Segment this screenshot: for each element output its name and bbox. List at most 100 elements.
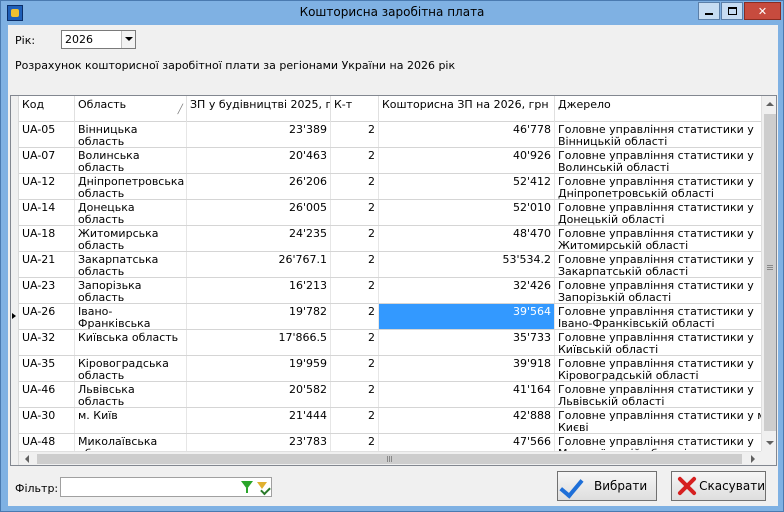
cell-coef[interactable]: 2 xyxy=(331,226,379,251)
scroll-left-button[interactable] xyxy=(19,452,35,465)
table-row[interactable]: UA-12 Дніпропетровська область 26'206 2 52'4… xyxy=(19,174,761,200)
cell-wage-2025[interactable]: 20'582 xyxy=(187,382,331,407)
cell-region[interactable]: Київська область xyxy=(75,330,187,355)
cell-code[interactable]: UA-30 xyxy=(19,408,75,433)
year-select[interactable]: 2026 xyxy=(61,30,136,49)
table-row[interactable]: UA-14 Донецька область 26'005 2 52'010 Головн… xyxy=(19,200,761,226)
cell-source[interactable]: Головне управління статистики у Волинськ… xyxy=(555,148,761,174)
table-row[interactable]: UA-46 Львівська область 20'582 2 41'164 Голов… xyxy=(19,382,761,408)
cell-region[interactable]: Кіровоградська область xyxy=(75,356,187,381)
cell-coef[interactable]: 2 xyxy=(331,434,379,451)
cell-code[interactable]: UA-07 xyxy=(19,148,75,173)
table-row[interactable]: UA-26Івано-Франківська область19'782239'… xyxy=(19,304,761,330)
cell-wage-2026[interactable]: 48'470 xyxy=(379,226,555,251)
minimize-button[interactable] xyxy=(698,2,720,20)
cell-wage-2026[interactable]: 32'426 xyxy=(379,278,555,303)
cell-wage-2025[interactable]: 24'235 xyxy=(187,226,331,251)
cell-wage-2025[interactable]: 23'783 xyxy=(187,434,331,451)
cell-wage-2026[interactable]: 39'564 xyxy=(379,304,555,329)
cell-code[interactable]: UA-18 xyxy=(19,226,75,251)
cell-code[interactable]: UA-35 xyxy=(19,356,75,381)
table-row[interactable]: UA-07 Волинська область 20'463 2 40'926 Голов… xyxy=(19,148,761,174)
cell-wage-2025[interactable]: 20'463 xyxy=(187,148,331,173)
cell-wage-2026[interactable]: 41'164 xyxy=(379,382,555,407)
cancel-button[interactable]: Скасувати xyxy=(671,471,766,501)
apply-filter-icon[interactable] xyxy=(257,482,268,492)
cell-coef[interactable]: 2 xyxy=(331,382,379,407)
cell-wage-2025[interactable]: 17'866.5 xyxy=(187,330,331,355)
cell-wage-2026[interactable]: 52'412 xyxy=(379,174,555,199)
cell-wage-2025[interactable]: 19'959 xyxy=(187,356,331,381)
filter-input[interactable] xyxy=(60,477,272,497)
column-header-wage-2026[interactable]: Кошторисна ЗП на 2026, грн xyxy=(379,96,555,122)
cell-source[interactable]: Головне управління статистики у Дніпропе… xyxy=(555,174,761,200)
cell-region[interactable]: Донецька область xyxy=(75,200,187,225)
table-row[interactable]: UA-18 Житомирська область 24'235 2 48'470 Гол… xyxy=(19,226,761,252)
cell-coef[interactable]: 2 xyxy=(331,408,379,433)
maximize-button[interactable] xyxy=(721,2,743,20)
cell-coef[interactable]: 2 xyxy=(331,304,379,329)
scroll-right-button[interactable] xyxy=(745,452,761,465)
cell-coef[interactable]: 2 xyxy=(331,356,379,381)
cell-code[interactable]: UA-23 xyxy=(19,278,75,303)
cell-wage-2025[interactable]: 26'767.1 xyxy=(187,252,331,277)
cell-region[interactable]: Житомирська область xyxy=(75,226,187,251)
cell-code[interactable]: UA-12 xyxy=(19,174,75,199)
cell-region[interactable]: Вінницька область xyxy=(75,122,187,147)
cell-region[interactable]: Миколаївська область xyxy=(75,434,187,451)
cell-source[interactable]: Головне управління статистики у Вінницьк… xyxy=(555,122,761,148)
cell-code[interactable]: UA-26 xyxy=(19,304,75,329)
cell-wage-2026[interactable]: 46'778 xyxy=(379,122,555,147)
cell-source[interactable]: Головне управління статистики у Запорізь… xyxy=(555,278,761,304)
select-button[interactable]: Вибрати xyxy=(557,471,657,501)
cell-wage-2025[interactable]: 21'444 xyxy=(187,408,331,433)
column-header-code[interactable]: Код xyxy=(19,96,75,122)
cell-wage-2026[interactable]: 39'918 xyxy=(379,356,555,381)
cell-code[interactable]: UA-14 xyxy=(19,200,75,225)
cell-code[interactable]: UA-21 xyxy=(19,252,75,277)
data-grid[interactable]: Код Область ╱ ЗП у будівництві 2025, грн … xyxy=(10,95,777,466)
cell-region[interactable]: Запорізька область xyxy=(75,278,187,303)
cell-coef[interactable]: 2 xyxy=(331,252,379,277)
cell-wage-2025[interactable]: 26'206 xyxy=(187,174,331,199)
cell-source[interactable]: Головне управління статистики у Донецькі… xyxy=(555,200,761,226)
cell-wage-2025[interactable]: 16'213 xyxy=(187,278,331,303)
column-header-coef[interactable]: К-т xyxy=(331,96,379,122)
cell-source[interactable]: Головне управління статистики у Львівськ… xyxy=(555,382,761,408)
horizontal-scrollbar[interactable] xyxy=(19,451,761,465)
vertical-scroll-thumb[interactable] xyxy=(764,114,776,431)
cell-source[interactable]: Головне управління статистики у Житомирс… xyxy=(555,226,761,252)
vertical-scrollbar[interactable] xyxy=(761,96,776,451)
column-header-source[interactable]: Джерело xyxy=(555,96,761,122)
table-row[interactable]: UA-32 Київська область 17'866.5 2 35'733 Голо… xyxy=(19,330,761,356)
cell-source[interactable]: Головне управління статистики у Івано-Фр… xyxy=(555,304,761,330)
horizontal-scroll-thumb[interactable] xyxy=(37,454,742,464)
cell-region[interactable]: Івано-Франківська область xyxy=(75,304,187,329)
title-bar[interactable]: Кошторисна заробітна плата ✕ xyxy=(1,1,783,25)
cell-wage-2026[interactable]: 42'888 xyxy=(379,408,555,433)
cell-source[interactable]: Головне управління статистики у Закарпат… xyxy=(555,252,761,278)
cell-region[interactable]: Львівська область xyxy=(75,382,187,407)
cell-coef[interactable]: 2 xyxy=(331,122,379,147)
table-row[interactable]: UA-30 м. Київ 21'444 2 42'888 Головне управлі… xyxy=(19,408,761,434)
scroll-down-button[interactable] xyxy=(762,435,776,451)
cell-code[interactable]: UA-32 xyxy=(19,330,75,355)
cell-wage-2025[interactable]: 19'782 xyxy=(187,304,331,329)
table-row[interactable]: UA-35 Кіровоградська область 19'959 2 39'918… xyxy=(19,356,761,382)
chevron-down-icon[interactable] xyxy=(121,31,135,48)
cell-wage-2025[interactable]: 23'389 xyxy=(187,122,331,147)
cell-wage-2026[interactable]: 52'010 xyxy=(379,200,555,225)
scroll-up-button[interactable] xyxy=(762,96,776,112)
cell-coef[interactable]: 2 xyxy=(331,200,379,225)
close-button[interactable]: ✕ xyxy=(744,2,781,20)
cell-coef[interactable]: 2 xyxy=(331,148,379,173)
cell-source[interactable]: Головне управління статистики у м. Києві xyxy=(555,408,761,434)
column-header-region[interactable]: Область ╱ xyxy=(75,96,187,122)
cell-region[interactable]: Закарпатська область xyxy=(75,252,187,277)
table-row[interactable]: UA-48Миколаївська область23'783247'566Го… xyxy=(19,434,761,451)
cell-wage-2026[interactable]: 35'733 xyxy=(379,330,555,355)
cell-wage-2025[interactable]: 26'005 xyxy=(187,200,331,225)
cell-coef[interactable]: 2 xyxy=(331,330,379,355)
table-row[interactable]: UA-23 Запорізька область 16'213 2 32'426 Голо… xyxy=(19,278,761,304)
table-row[interactable]: UA-05 Вінницька область 23'389 2 46'778 Голов… xyxy=(19,122,761,148)
